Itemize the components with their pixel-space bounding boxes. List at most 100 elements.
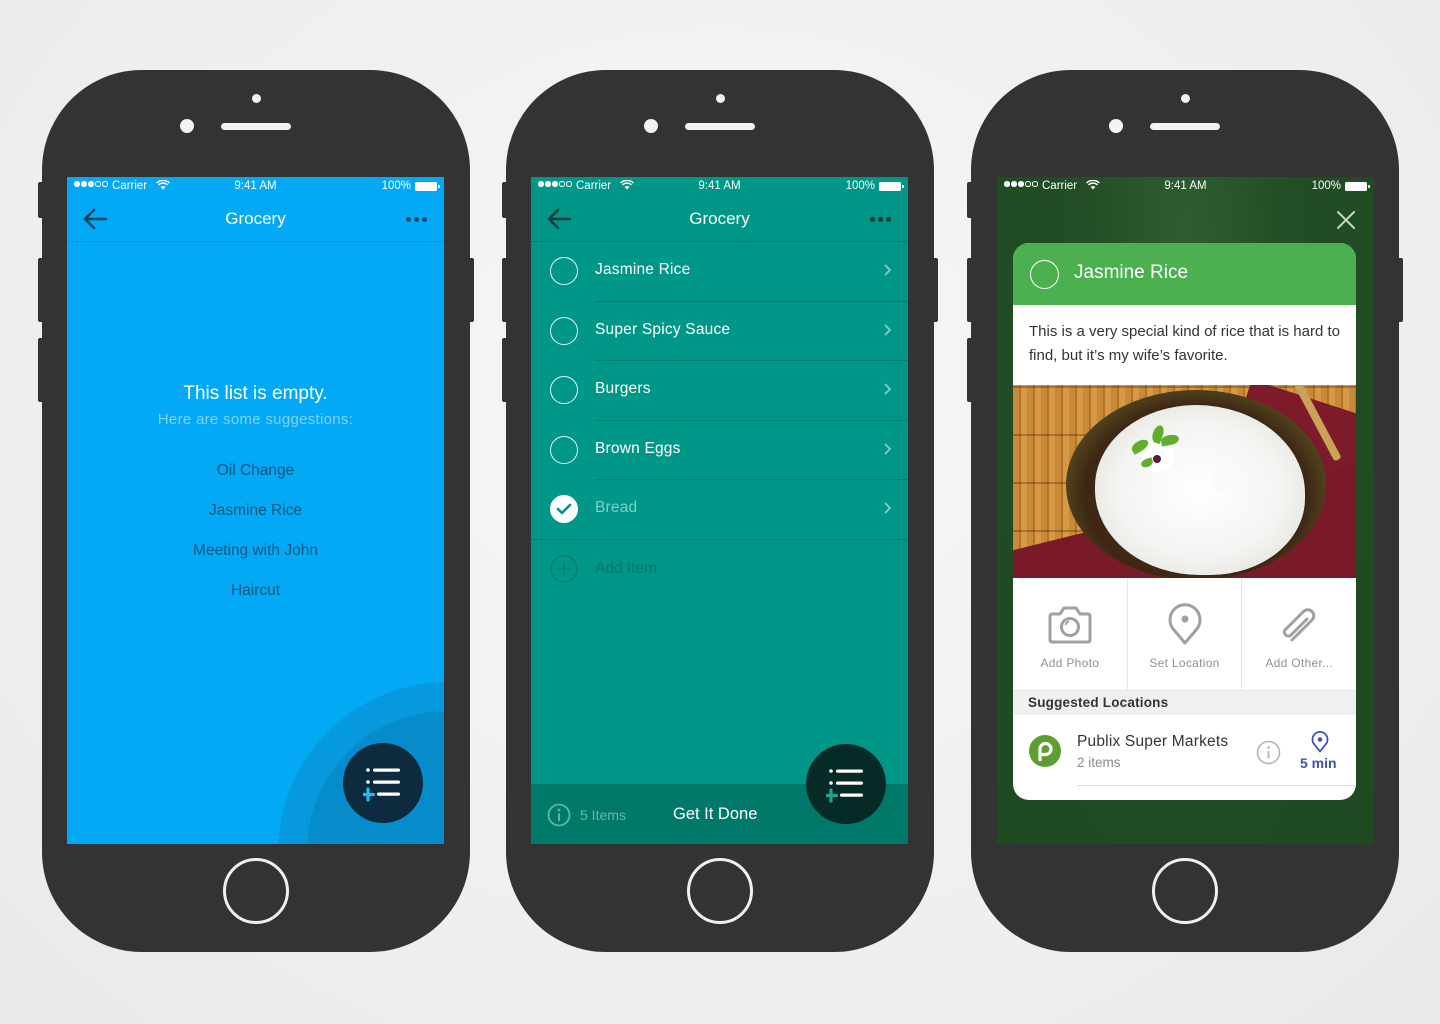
battery-percent: 100% (845, 180, 875, 192)
status-bar: Carrier 9:41 AM 100% (997, 177, 1374, 197)
store-logo (1029, 735, 1061, 767)
get-it-done-button[interactable]: Get It Done (673, 805, 757, 824)
suggestion-list: Oil Change Jasmine Rice Meeting with Joh… (67, 461, 444, 621)
add-to-list-icon (826, 769, 863, 803)
item-label: Bread (595, 499, 638, 516)
add-to-list-icon (363, 768, 400, 802)
location-pin-icon[interactable] (1311, 731, 1329, 753)
item-label: Jasmine Rice (595, 261, 691, 278)
more-options-icon[interactable] (870, 209, 894, 229)
mute-switch (502, 182, 508, 218)
checkbox-circle-icon[interactable] (1030, 260, 1059, 289)
suggestion-item[interactable]: Haircut (67, 581, 444, 621)
location-name: Publix Super Markets (1077, 733, 1229, 750)
close-icon[interactable] (1336, 210, 1356, 230)
suggestion-item[interactable]: Jasmine Rice (67, 501, 444, 541)
chevron-right-icon (884, 264, 892, 276)
empty-state-subtitle: Here are some suggestions: (157, 411, 354, 428)
add-item-label: Add Item (595, 559, 658, 577)
suggestion-item[interactable]: Meeting with John (67, 541, 444, 581)
chevron-right-icon (884, 383, 892, 395)
volume-down-button (502, 338, 508, 402)
front-sensor (715, 94, 725, 103)
volume-up-button (38, 258, 44, 322)
nav-bar: Grocery (531, 197, 908, 242)
checkbox-circle-icon[interactable] (550, 316, 578, 345)
checkbox-circle-icon[interactable] (550, 257, 578, 285)
more-options-icon[interactable] (406, 209, 430, 229)
chevron-right-icon (884, 502, 892, 514)
set-location-button[interactable]: Set Location (1128, 578, 1243, 690)
plus-circle-icon (550, 554, 578, 583)
checkbox-circle-icon[interactable] (550, 435, 578, 464)
item-note[interactable]: This is a very special kind of rice that… (1013, 305, 1356, 385)
add-item-row[interactable]: Add Item (531, 540, 908, 599)
list-item[interactable]: Brown Eggs (531, 421, 908, 481)
screen-list: Carrier 9:41 AM 100% Grocery Jasmine Ric… (531, 177, 908, 844)
power-button (1397, 258, 1403, 322)
attachment-actions: Add Photo Set Location Add Other... (1013, 578, 1356, 691)
list-item[interactable]: Burgers (531, 361, 908, 421)
location-row[interactable]: Publix Super Markets 2 items 5 min (1013, 715, 1356, 787)
info-icon[interactable] (1256, 740, 1281, 765)
card-header: Jasmine Rice (1013, 243, 1356, 305)
nav-bar: Grocery (67, 197, 444, 242)
add-to-list-button[interactable] (343, 743, 423, 823)
list-item-completed[interactable]: Bread (531, 480, 908, 540)
paperclip-icon (1283, 608, 1316, 642)
chevron-right-icon (884, 323, 892, 336)
checkbox-circle-icon[interactable] (550, 376, 578, 404)
home-button[interactable] (1152, 858, 1218, 924)
info-icon[interactable] (547, 803, 571, 827)
home-button[interactable] (687, 858, 753, 924)
battery-percent: 100% (381, 180, 411, 192)
front-camera (180, 119, 194, 133)
battery-icon (415, 182, 440, 191)
item-photo[interactable] (1013, 385, 1356, 578)
volume-down-button (967, 338, 973, 402)
item-detail-card: Jasmine Rice This is a very special kind… (1013, 243, 1356, 800)
page-title: Grocery (225, 209, 286, 228)
power-button (468, 258, 474, 322)
mute-switch (38, 182, 44, 218)
list-item[interactable]: Super Spicy Sauce (531, 302, 908, 362)
add-photo-button[interactable]: Add Photo (1013, 578, 1128, 690)
front-sensor (1180, 94, 1190, 103)
item-title[interactable]: Jasmine Rice (1074, 262, 1188, 284)
earpiece-speaker (685, 123, 755, 130)
task-list: Jasmine Rice Super Spicy Sauce Burgers B… (531, 242, 908, 599)
item-label: Super Spicy Sauce (595, 320, 731, 338)
front-camera (644, 119, 658, 133)
page-title: Grocery (689, 209, 750, 228)
action-label: Add Photo (1040, 656, 1100, 670)
battery-icon (1345, 182, 1370, 191)
action-label: Add Other... (1265, 656, 1333, 670)
camera-icon (1048, 606, 1092, 644)
home-button[interactable] (223, 858, 289, 924)
location-item-count: 2 items (1077, 755, 1121, 770)
status-bar: Carrier 9:41 AM 100% (67, 177, 444, 197)
list-item[interactable]: Jasmine Rice (531, 242, 908, 302)
item-label: Burgers (595, 380, 651, 397)
add-other-button[interactable]: Add Other... (1242, 578, 1356, 690)
checkmark-circle-icon[interactable] (550, 495, 578, 523)
empty-state-title: This list is empty. (183, 383, 328, 404)
suggestion-item[interactable]: Oil Change (67, 461, 444, 501)
add-to-list-button[interactable] (806, 744, 886, 824)
phone-empty-list: Carrier 9:41 AM 100% Grocery This list i… (38, 70, 474, 952)
travel-time: 5 min (1300, 755, 1337, 771)
volume-down-button (38, 338, 44, 402)
mute-switch (967, 182, 973, 218)
section-header: Suggested Locations (1013, 691, 1356, 715)
phone-item-detail: Carrier 9:41 AM 100% Jasmine Rice This i… (967, 70, 1403, 952)
volume-up-button (967, 258, 973, 322)
front-sensor (251, 94, 261, 103)
item-label: Brown Eggs (595, 439, 681, 457)
volume-up-button (502, 258, 508, 322)
battery-icon (879, 182, 904, 191)
phone-list: Carrier 9:41 AM 100% Grocery Jasmine Ric… (502, 70, 938, 952)
power-button (932, 258, 938, 322)
front-camera (1109, 119, 1123, 133)
earpiece-speaker (1150, 123, 1220, 130)
item-count: 5 Items (580, 807, 626, 823)
